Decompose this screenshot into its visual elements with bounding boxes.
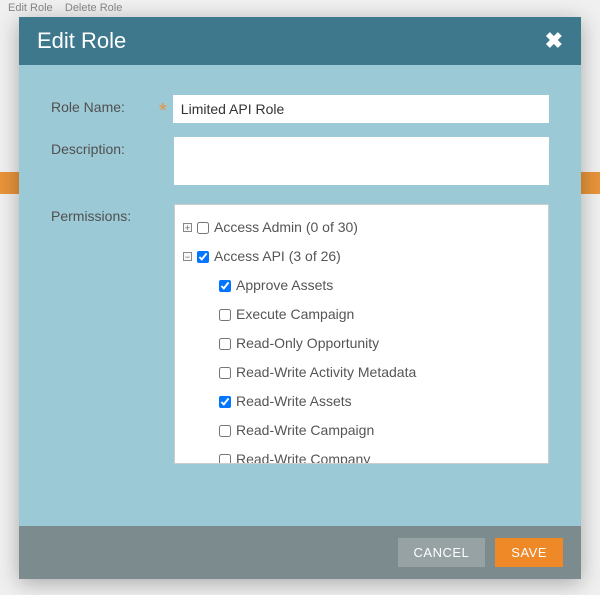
collapse-icon[interactable]: − [183, 252, 192, 261]
dialog-title: Edit Role [37, 28, 126, 54]
tree-item-read-write-company[interactable]: Read-Write Company [181, 445, 542, 464]
tree-item-read-write-assets[interactable]: Read-Write Assets [181, 387, 542, 416]
checkbox-execute-campaign[interactable] [219, 309, 231, 321]
permissions-tree[interactable]: + Access Admin (0 of 30) − Access API (3… [174, 204, 549, 464]
dialog-footer: CANCEL SAVE [19, 526, 581, 579]
tree-item-access-api[interactable]: − Access API (3 of 26) [181, 242, 542, 271]
tree-item-read-only-opportunity[interactable]: Read-Only Opportunity [181, 329, 542, 358]
checkbox-approve-assets[interactable] [219, 280, 231, 292]
description-input[interactable] [174, 137, 549, 185]
tree-label: Read-Write Activity Metadata [236, 362, 416, 383]
close-icon[interactable]: ✖ [545, 30, 563, 52]
edit-role-dialog: Edit Role ✖ Role Name: * Description: Pe… [19, 17, 581, 579]
checkbox-access-admin[interactable] [197, 222, 209, 234]
tree-label: Approve Assets [236, 275, 333, 296]
bg-delete-role: Delete Role [65, 2, 122, 14]
role-name-input[interactable] [173, 95, 549, 123]
tree-item-read-write-campaign[interactable]: Read-Write Campaign [181, 416, 542, 445]
tree-item-approve-assets[interactable]: Approve Assets [181, 271, 542, 300]
required-star-icon: * [159, 95, 167, 121]
checkbox-read-write-company[interactable] [219, 454, 231, 465]
tree-label: Execute Campaign [236, 304, 354, 325]
tree-label: Read-Write Assets [236, 391, 352, 412]
dialog-header: Edit Role ✖ [19, 17, 581, 65]
tree-item-read-write-activity[interactable]: Read-Write Activity Metadata [181, 358, 542, 387]
tree-label: Access API (3 of 26) [214, 246, 341, 267]
checkbox-read-write-assets[interactable] [219, 396, 231, 408]
tree-label: Read-Only Opportunity [236, 333, 379, 354]
page-backdrop: Edit Role Delete Role Edit Role ✖ Role N… [0, 0, 600, 595]
bg-edit-role: Edit Role [8, 2, 53, 14]
cancel-button[interactable]: CANCEL [398, 538, 486, 567]
tree-item-access-admin[interactable]: + Access Admin (0 of 30) [181, 213, 542, 242]
tree-label: Read-Write Company [236, 449, 370, 464]
checkbox-read-write-campaign[interactable] [219, 425, 231, 437]
tree-item-execute-campaign[interactable]: Execute Campaign [181, 300, 542, 329]
expand-icon[interactable]: + [183, 223, 192, 232]
description-label: Description: [51, 137, 159, 157]
checkbox-read-write-activity[interactable] [219, 367, 231, 379]
permissions-label: Permissions: [51, 204, 159, 224]
tree-label: Read-Write Campaign [236, 420, 374, 441]
permissions-row: Permissions: + Access Admin (0 of 30) − … [51, 204, 549, 464]
role-name-row: Role Name: * [51, 95, 549, 123]
description-row: Description: [51, 137, 549, 190]
save-button[interactable]: SAVE [495, 538, 563, 567]
bg-toolbar: Edit Role Delete Role [0, 0, 130, 16]
tree-label: Access Admin (0 of 30) [214, 217, 358, 238]
checkbox-read-only-opportunity[interactable] [219, 338, 231, 350]
checkbox-access-api[interactable] [197, 251, 209, 263]
dialog-body: Role Name: * Description: Permissions: [19, 65, 581, 526]
role-name-label: Role Name: [51, 95, 159, 115]
